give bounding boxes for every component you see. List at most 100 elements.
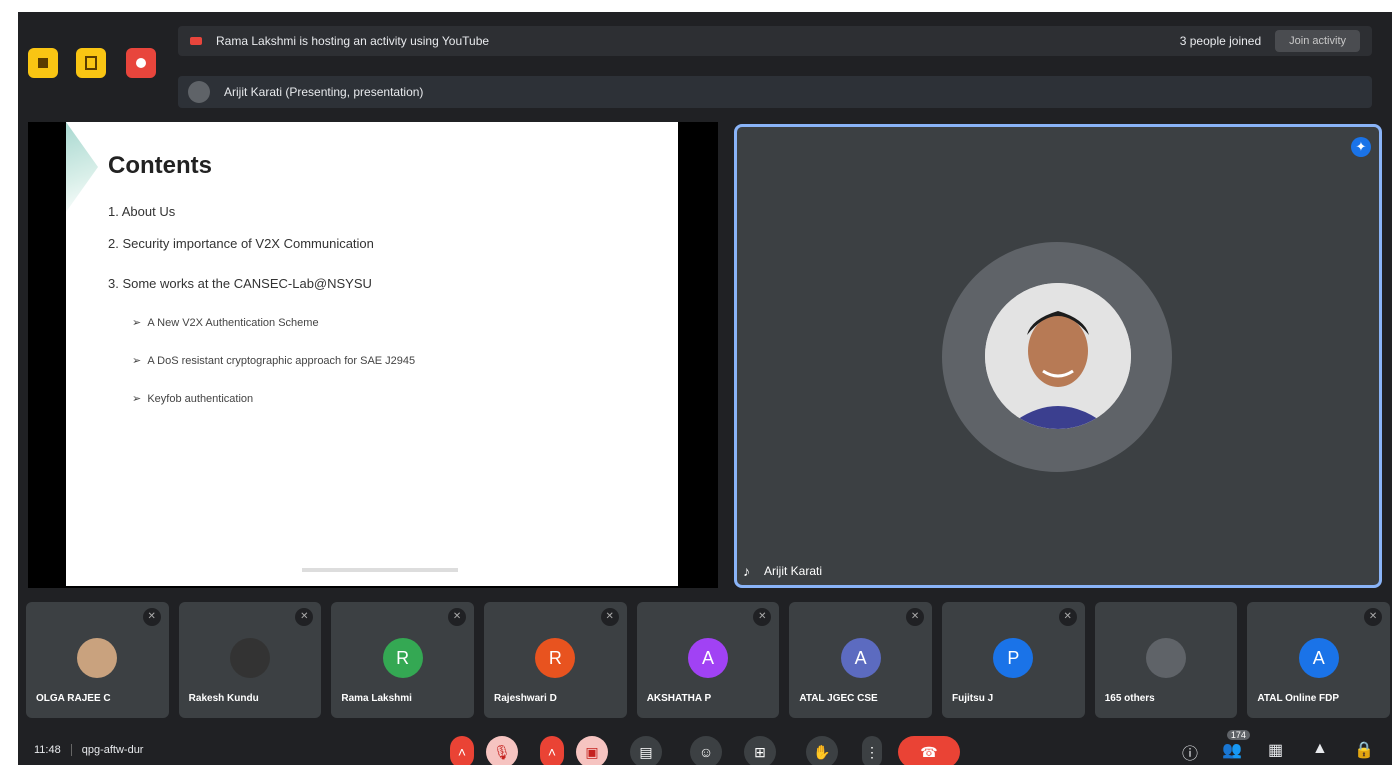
people-count-badge: 174: [1226, 730, 1250, 740]
lock-icon: 🔒: [1354, 742, 1374, 759]
people-icon: 👥: [1222, 742, 1242, 759]
raise-hand-icon: ✋: [813, 743, 831, 760]
camera-button[interactable]: ▣: [576, 736, 608, 765]
muted-icon: ✕: [1058, 608, 1077, 626]
info-button[interactable]: ⓘ: [1182, 740, 1198, 764]
emoji-button[interactable]: ☺: [690, 736, 722, 765]
speaker-avatar: [985, 283, 1131, 429]
lock-button[interactable]: 🔒: [1354, 740, 1374, 760]
camera-options-button[interactable]: ˄: [540, 736, 564, 765]
slide: Contents 1. About Us 2. Security importa…: [66, 122, 678, 586]
join-activity-button[interactable]: Join activity: [1275, 30, 1360, 52]
activities-icon: [85, 56, 97, 70]
activities-panel-button[interactable]: ▦: [1268, 740, 1283, 760]
participant-name: AKSHATHA P: [646, 693, 712, 704]
muted-icon: ✕: [600, 608, 619, 626]
slide-subitem-text: Keyfob authentication: [147, 393, 254, 405]
activity-banner: Rama Lakshmi is hosting an activity usin…: [178, 26, 1372, 56]
person-photo-icon: [985, 283, 1131, 429]
slide-item: 2. Security importance of V2X Communicat…: [108, 236, 374, 251]
muted-icon: ✕: [753, 608, 772, 626]
participant-avatar: [77, 638, 118, 678]
presenting-banner: Arijit Karati (Presenting, presentation): [178, 76, 1372, 108]
participant-tile[interactable]: ✕ A ATAL JGEC CSE: [789, 602, 933, 718]
slide-subitem: ➢ A DoS resistant cryptographic approach…: [132, 355, 416, 367]
speaker-tile[interactable]: ✦ ♪ Arijit Karati: [734, 124, 1382, 588]
meeting-code[interactable]: qpg-aftw-dur: [70, 743, 143, 756]
pin-icon[interactable]: ✦: [1351, 137, 1371, 157]
chevron-up-icon: ˄: [457, 744, 467, 760]
present-button[interactable]: ⊞: [744, 736, 776, 765]
activities-button[interactable]: [76, 48, 106, 78]
muted-icon: ✕: [448, 608, 467, 626]
mic-button[interactable]: 🎙: [486, 736, 518, 765]
slide-footer: [302, 568, 458, 572]
slide-item: 3. Some works at the CANSEC-Lab@NSYSU: [108, 276, 372, 291]
end-call-icon: ☎: [920, 743, 938, 760]
participant-tile[interactable]: ✕ P Fujitsu J: [942, 602, 1085, 718]
participant-tile[interactable]: ✕ R Rama Lakshmi: [331, 602, 475, 718]
participant-name: ATAL JGEC CSE: [799, 693, 878, 704]
slide-item: 1. About Us: [108, 204, 176, 219]
slide-subitem-text: A DoS resistant cryptographic approach f…: [147, 355, 416, 367]
participant-avatar: [230, 638, 270, 678]
captions-button[interactable]: ▤: [630, 736, 662, 765]
slide-subitem: ➢ Keyfob authentication: [132, 393, 254, 405]
participant-avatar: A: [1298, 638, 1339, 678]
camera-off-icon: ▣: [585, 743, 599, 760]
participant-avatar: P: [993, 638, 1034, 678]
slide-subitem-text: A New V2X Authentication Scheme: [147, 317, 319, 329]
participant-tile[interactable]: ✕ Rakesh Kundu: [178, 602, 322, 718]
slide-decoration: [66, 122, 98, 212]
more-options-button[interactable]: ⋮: [862, 736, 882, 765]
record-button[interactable]: [126, 48, 156, 78]
info-icon: ⓘ: [1182, 746, 1199, 763]
participant-name: Rajeshwari D: [494, 693, 557, 704]
participant-name: 165 others: [1104, 693, 1155, 704]
more-icon: ⋮: [865, 743, 879, 760]
bottom-bar: 11:48 qpg-aftw-dur ˄ 🎙 ˄ ▣ ▤ ☺ ⊞ ✋ ⋮ ☎ ⓘ…: [18, 730, 1392, 765]
notes-icon: [38, 58, 48, 68]
participant-name: Fujitsu J: [952, 693, 994, 704]
chevron-up-icon: ˄: [547, 744, 557, 760]
record-icon: [136, 58, 146, 68]
slide-subitem: ➢ A New V2X Authentication Scheme: [132, 317, 319, 329]
shield-icon: ▲: [1312, 740, 1328, 757]
people-button[interactable]: 👥 174: [1222, 730, 1250, 760]
participant-tile[interactable]: ✕ A AKSHATHA P: [636, 602, 780, 718]
meet-window: Rama Lakshmi is hosting an activity usin…: [18, 12, 1392, 765]
participant-name: Rakesh Kundu: [188, 693, 259, 704]
presentation-area: Contents 1. About Us 2. Security importa…: [28, 122, 718, 588]
raise-hand-button[interactable]: ✋: [806, 736, 838, 765]
participant-tile[interactable]: ✕ A ATAL Online FDP: [1247, 602, 1391, 718]
muted-icon: ✕: [142, 608, 161, 626]
mic-options-button[interactable]: ˄: [450, 736, 474, 765]
speaking-icon: ♪: [743, 563, 750, 579]
end-call-button[interactable]: ☎: [898, 736, 960, 765]
presenting-text: Arijit Karati (Presenting, presentation): [224, 85, 424, 99]
notes-button[interactable]: [28, 48, 58, 78]
participant-strip: ✕ OLGA RAJEE C ✕ Rakesh Kundu ✕ R Rama Lakshmi…: [26, 602, 1391, 718]
host-controls-button[interactable]: ▲: [1312, 740, 1328, 758]
speaker-name: Arijit Karati: [764, 564, 823, 578]
emoji-icon: ☺: [698, 744, 714, 760]
muted-icon: ✕: [1364, 608, 1383, 626]
slide-title: Contents: [108, 152, 212, 179]
present-icon: ⊞: [754, 743, 766, 760]
youtube-icon: [190, 37, 202, 45]
participant-avatar: R: [535, 638, 576, 678]
participant-tile[interactable]: 165 others: [1094, 602, 1238, 718]
captions-icon: ▤: [639, 743, 653, 760]
participant-tile[interactable]: ✕ R Rajeshwari D: [484, 602, 627, 718]
participant-avatar: A: [688, 638, 729, 678]
muted-icon: ✕: [906, 608, 925, 626]
participant-name: ATAL Online FDP: [1257, 693, 1340, 704]
participant-avatar: [1146, 638, 1187, 678]
activity-text: Rama Lakshmi is hosting an activity usin…: [216, 34, 490, 48]
presenter-avatar: [188, 81, 210, 103]
participant-tile[interactable]: ✕ OLGA RAJEE C: [26, 602, 169, 718]
participant-name: Rama Lakshmi: [341, 693, 412, 704]
activities-icon: ▦: [1268, 742, 1284, 759]
mic-off-icon: 🎙: [493, 743, 511, 760]
participant-avatar: A: [840, 638, 881, 678]
